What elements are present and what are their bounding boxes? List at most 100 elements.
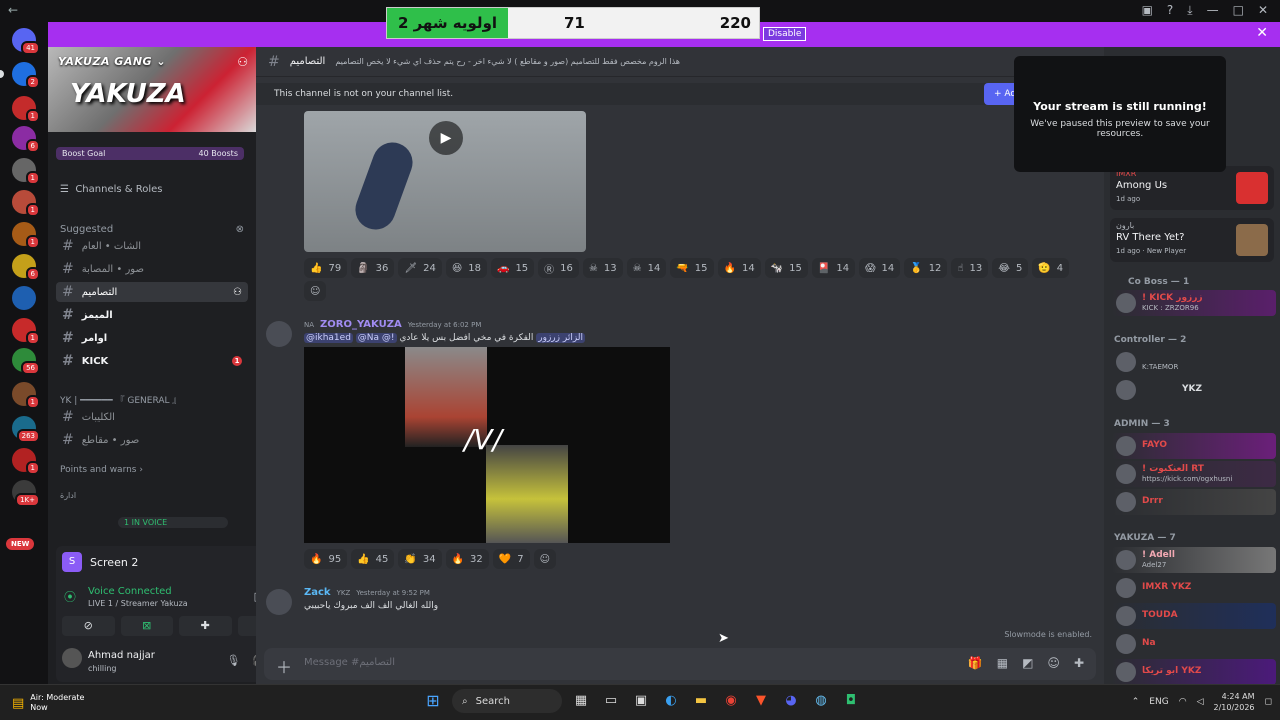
reaction[interactable]: ☠ 13 [582, 258, 623, 278]
video-attachment[interactable]: ▶ [304, 111, 586, 252]
close-icon[interactable]: ⊗ [236, 224, 244, 235]
avatar[interactable] [266, 321, 292, 347]
add-member-icon[interactable]: ⚇ [233, 287, 242, 298]
wifi-icon[interactable]: ◠ [1179, 697, 1187, 707]
reaction[interactable]: 👍 45 [351, 549, 395, 569]
channel-item[interactable]: # صور • المصابة [56, 259, 248, 279]
discord-icon[interactable]: ◕ [780, 689, 802, 713]
member-row[interactable]: ! العنكبوت RT https://kick.com/ogxhusni [1112, 461, 1276, 487]
store-icon[interactable]: ▣ [630, 689, 652, 713]
message-author[interactable]: ZORO_YAKUZA [320, 319, 402, 330]
member-row[interactable]: IMXR YKZ [1112, 575, 1276, 601]
emoji-icon[interactable]: ☺ [1047, 656, 1060, 670]
disable-button[interactable]: Disable [763, 27, 807, 41]
gift-icon[interactable]: 🎁 [968, 656, 983, 670]
add-member-icon[interactable]: ⚇ [237, 55, 248, 69]
activities-button[interactable]: ✚ [179, 616, 232, 636]
member-row[interactable]: Na [1112, 631, 1276, 657]
volume-icon[interactable]: ◁ [1197, 697, 1204, 707]
reaction[interactable]: 🗿 36 [351, 258, 395, 278]
screen-share-button[interactable]: ⊠ [120, 616, 173, 636]
server-icon[interactable]: 6 [12, 254, 40, 281]
reaction[interactable]: 😂 5 [992, 258, 1029, 278]
member-row[interactable]: TOUDA [1112, 603, 1276, 629]
camera-off-button[interactable]: ⊘ [62, 616, 115, 636]
activity-card[interactable]: بارون RV There Yet? 1d ago · New Player [1110, 218, 1274, 262]
home-server-icon[interactable]: 41 [12, 28, 40, 55]
back-arrow-icon[interactable]: ← [8, 3, 18, 17]
member-row[interactable]: K:TAEMOR [1112, 349, 1276, 375]
server-icon[interactable]: 1K+ [12, 480, 40, 507]
member-row[interactable]: ابو تريكا YKZ [1112, 659, 1276, 685]
reaction[interactable]: Ⓡ 16 [538, 258, 579, 278]
message-composer[interactable]: ＋ Message #التصاميم 🎁 ▦ ◩ ☺ ✚ [264, 648, 1096, 680]
reaction[interactable]: ☝ 13 [951, 258, 989, 278]
download-icon[interactable]: ⤓ [1187, 3, 1192, 18]
weather-widget[interactable]: ▤ Air: Moderate Now [12, 693, 84, 713]
taskbar-search[interactable]: ⌕ Search [452, 689, 562, 713]
reaction[interactable]: 🔥 95 [304, 549, 348, 569]
server-icon[interactable]: 1 [12, 158, 40, 185]
channel-item[interactable]: # الشات • العام [56, 236, 248, 256]
task-view-icon[interactable]: ▭ [600, 689, 622, 713]
notifications-icon[interactable]: ◻ [1265, 697, 1272, 707]
reaction[interactable]: 😆 18 [445, 258, 487, 278]
member-row[interactable]: ! KICK زرزور KICK : ZRZOR96 [1112, 290, 1276, 316]
category-general[interactable]: YK | ━━━━━━ 『 GENERAL 』 [60, 393, 250, 406]
language-indicator[interactable]: ENG [1149, 697, 1168, 707]
signal-icon[interactable]: ⦿ [64, 588, 76, 605]
channel-item-kick[interactable]: # KICK 1 [56, 351, 248, 371]
help-icon[interactable]: ? [1167, 3, 1173, 18]
clock[interactable]: 4:24 AM 2/10/2026 [1213, 691, 1254, 713]
server-icon[interactable]: 1 [12, 448, 40, 475]
inbox-icon[interactable]: ▣ [1142, 3, 1153, 18]
message-author[interactable]: Zack [304, 587, 331, 598]
close-icon[interactable]: ✕ [1256, 25, 1268, 41]
member-row[interactable]: Drrr [1112, 489, 1276, 515]
points-warns-link[interactable]: Points and warns › [60, 465, 250, 475]
reaction[interactable]: 🔥 32 [445, 549, 489, 569]
mic-icon[interactable]: 🎙 [226, 654, 240, 667]
reaction[interactable]: 🐄 15 [764, 258, 808, 278]
app-icon[interactable]: ◘ [840, 689, 862, 713]
reaction[interactable]: 🥇 12 [904, 258, 948, 278]
mention[interactable]: @ikha1ed [304, 333, 353, 343]
message-input[interactable]: Message #التصاميم [304, 657, 395, 668]
reaction[interactable]: 👏 34 [398, 549, 442, 569]
server-icon[interactable]: 1 [12, 382, 40, 409]
voice-channel-label[interactable]: LIVE 1 / Streamer Yakuza [88, 599, 188, 608]
channel-item-active[interactable]: # التصاميم ⚇ [56, 282, 248, 302]
message-time[interactable]: Yesterday at 6:02 PM [408, 321, 482, 329]
reaction[interactable]: 😱 14 [859, 258, 901, 278]
minimize-icon[interactable]: — [1207, 3, 1219, 18]
explorer-icon[interactable]: ▬ [690, 689, 712, 713]
channel-name[interactable]: التصاميم [290, 56, 326, 67]
mention[interactable]: الزائر زرزور [536, 333, 586, 343]
username[interactable]: Ahmad najjar [88, 650, 155, 661]
server-icon[interactable]: 56 [12, 348, 40, 375]
member-row[interactable]: FAYO [1112, 433, 1276, 459]
image-attachment[interactable]: /V/ [304, 347, 670, 543]
reaction[interactable]: 👍 79 [304, 258, 348, 278]
reaction[interactable]: 🗡 24 [398, 258, 442, 278]
reaction[interactable]: ☠ 14 [626, 258, 667, 278]
server-icon[interactable]: 1 [12, 222, 40, 249]
apps-icon[interactable]: ✚ [1074, 656, 1084, 670]
server-banner[interactable]: YAKUZA GANG ⌄ YAKUZA ⚇ [48, 47, 256, 132]
play-icon[interactable]: ▶ [429, 121, 463, 155]
channel-item[interactable]: # الميمز [56, 305, 248, 325]
stream-item[interactable]: S Screen 2 [62, 552, 138, 572]
channel-item[interactable]: # الكليبات [56, 407, 248, 427]
brave-icon[interactable]: ▼ [750, 689, 772, 713]
server-icon[interactable]: 2 [12, 62, 40, 89]
voice-connected-label[interactable]: Voice Connected [88, 586, 172, 597]
server-icon[interactable]: 263 [12, 416, 40, 443]
steam-icon[interactable]: ◍ [810, 689, 832, 713]
reaction[interactable]: 🫡 4 [1032, 258, 1070, 278]
server-name[interactable]: YAKUZA GANG ⌄ [58, 55, 166, 68]
chrome-icon[interactable]: ◉ [720, 689, 742, 713]
tray-chevron-icon[interactable]: ⌃ [1132, 697, 1140, 707]
channel-topic[interactable]: هذا الروم مخصص فقط للتصاميم (صور و مقاطع… [335, 57, 680, 66]
server-icon[interactable]: 1 [12, 318, 40, 345]
reaction[interactable]: 🎴 14 [811, 258, 856, 278]
